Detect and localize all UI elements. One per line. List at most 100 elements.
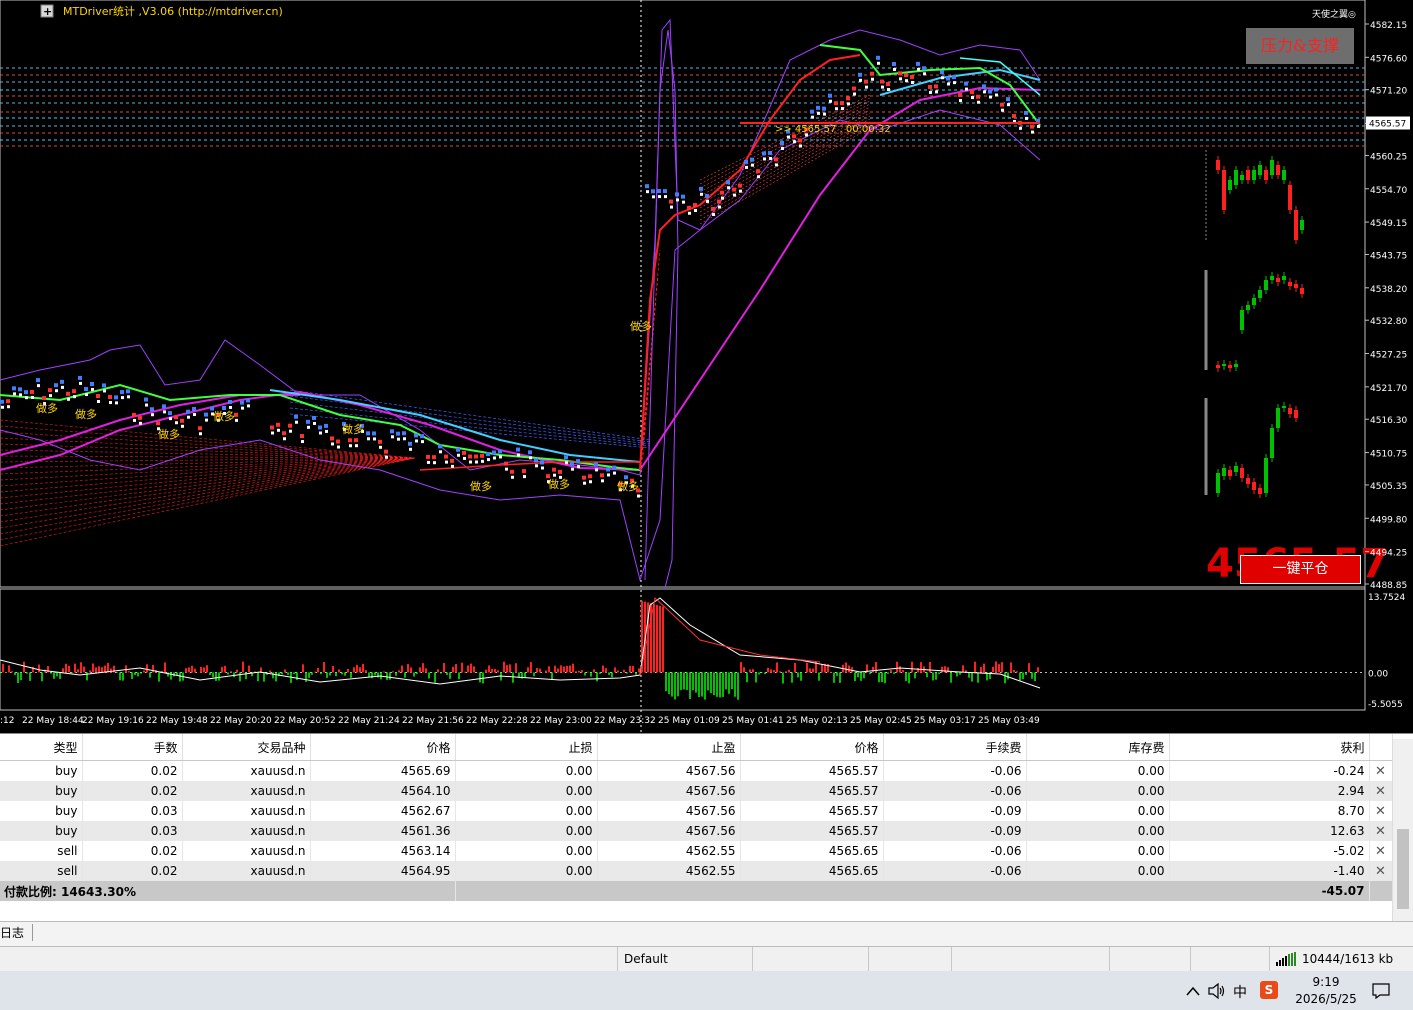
orders-table: 类型 手数 交易品种 价格 止损 止盈 价格 手续费 库存费 获利 buy 0.0…: [0, 734, 1393, 901]
signal-marker: [775, 163, 778, 167]
price-tick-label: 4494.25: [1370, 549, 1407, 559]
order-row[interactable]: buy 0.02 xauusd.n 4565.69 0.00 4567.56 4565.57…: [0, 760, 1393, 781]
col-swap[interactable]: 库存费: [1026, 734, 1170, 761]
col-volume[interactable]: 手数: [82, 734, 183, 761]
signal-marker: [271, 431, 274, 435]
cell-stop-loss: 0.00: [455, 760, 598, 781]
buy-signal-label: 做多: [630, 319, 652, 333]
signal-marker: [282, 431, 286, 436]
close-order-icon[interactable]: ✕: [1369, 821, 1393, 841]
signal-marker: [928, 84, 932, 89]
order-row[interactable]: buy 0.03 xauusd.n 4561.36 0.00 4567.56 4565.57…: [0, 821, 1393, 841]
col-stop-loss[interactable]: 止损: [455, 734, 598, 761]
mini-chart-3-body: [1288, 408, 1292, 414]
signal-marker: [613, 471, 616, 475]
cell-volume: 0.02: [82, 781, 183, 801]
osc-tick-label: 13.7524: [1368, 593, 1405, 603]
order-row[interactable]: sell 0.02 xauusd.n 4564.95 0.00 4562.55 4565.6…: [0, 861, 1393, 881]
ime-indicator[interactable]: 中: [1233, 982, 1247, 1002]
signal-marker: [517, 453, 520, 457]
support-resistance-button[interactable]: 压力&支撑: [1246, 28, 1354, 64]
cell-commission: -0.06: [883, 861, 1027, 881]
col-profit[interactable]: 获利: [1169, 734, 1370, 761]
price-chart[interactable]: 做多 做多做多做多做多做多 做多 做多做多>> 4565.57 . 00:00:324…: [0, 0, 1413, 733]
mini-chart-2-body: [1264, 280, 1268, 290]
signal-marker: [156, 421, 160, 426]
signal-marker: [958, 93, 962, 98]
close-order-icon[interactable]: ✕: [1369, 861, 1393, 881]
notification-icon[interactable]: [1372, 983, 1390, 999]
signal-marker: [318, 425, 322, 430]
order-row[interactable]: buy 0.03 xauusd.n 4562.67 0.00 4567.56 4565.57…: [0, 801, 1393, 821]
signal-marker: [348, 438, 352, 443]
chevron-up-icon[interactable]: [1186, 986, 1200, 996]
mini-chart-2-body: [1288, 282, 1292, 286]
close-order-icon[interactable]: ✕: [1369, 760, 1393, 781]
close-order-icon[interactable]: ✕: [1369, 801, 1393, 821]
status-profile[interactable]: Default: [617, 947, 758, 971]
order-row[interactable]: buy 0.02 xauusd.n 4564.10 0.00 4567.56 4565.57…: [0, 781, 1393, 801]
signal-marker: [595, 468, 598, 472]
mini-chart-1-body: [1234, 170, 1238, 185]
col-commission[interactable]: 手续费: [883, 734, 1027, 761]
signal-marker: [61, 385, 64, 389]
cell-swap: 0.00: [1026, 861, 1170, 881]
summary-profit: -45.07: [455, 881, 1370, 901]
buy-signal-label: 做多: [158, 427, 180, 441]
signal-marker: [432, 455, 436, 460]
close-order-icon[interactable]: ✕: [1369, 781, 1393, 801]
cell-type: sell: [0, 861, 83, 881]
col-symbol[interactable]: 交易品种: [182, 734, 311, 761]
signal-marker: [588, 474, 592, 479]
col-price[interactable]: 价格: [740, 734, 884, 761]
time-tick-label: 22 May 20:52: [274, 716, 336, 726]
fan-line: [0, 457, 416, 463]
signal-marker: [871, 77, 874, 81]
signal-marker: [589, 480, 592, 484]
signal-marker: [757, 175, 760, 179]
signal-marker: [798, 138, 802, 143]
col-open-price[interactable]: 价格: [310, 734, 456, 761]
signal-marker: [952, 75, 956, 80]
signal-marker: [841, 107, 844, 111]
close-order-icon[interactable]: ✕: [1369, 841, 1393, 861]
cell-swap: 0.00: [1026, 760, 1170, 781]
cell-stop-loss: 0.00: [455, 781, 598, 801]
mini-chart-1-body: [1264, 170, 1268, 180]
cell-stop-loss: 0.00: [455, 861, 598, 881]
close-all-button[interactable]: 一键平仓: [1240, 555, 1361, 584]
chart-window[interactable]: 做多 做多 做多 做多 做多 做多 做多 做多 做多 >> 4565.57 . 00:00:32 4…: [0, 0, 1413, 733]
mini-chart-3-body: [1282, 406, 1286, 408]
col-take-profit[interactable]: 止盈: [597, 734, 741, 761]
mini-chart-3-body: [1246, 478, 1250, 484]
cell-stop-loss: 0.00: [455, 801, 598, 821]
time-tick-label: 22 May 18:44: [22, 716, 84, 726]
signal-marker: [66, 391, 70, 396]
sogou-icon[interactable]: S: [1260, 981, 1278, 999]
tab-journal[interactable]: 日志: [0, 924, 34, 941]
cell-commission: -0.09: [883, 801, 1027, 821]
signal-marker: [30, 389, 34, 394]
order-row[interactable]: sell 0.02 xauusd.n 4563.14 0.00 4562.55 4565.6…: [0, 841, 1393, 861]
speaker-icon[interactable]: [1208, 983, 1226, 999]
cell-price: 4565.65: [740, 861, 884, 881]
scrollbar-thumb[interactable]: [1397, 829, 1409, 909]
signal-marker: [637, 494, 640, 498]
signal-marker: [799, 144, 802, 148]
cell-profit: -5.02: [1169, 841, 1370, 861]
signal-marker: [886, 82, 890, 87]
terminal-tabs: 日志: [0, 921, 1413, 947]
col-type[interactable]: 类型: [0, 734, 83, 761]
orders-header-row: 类型 手数 交易品种 价格 止损 止盈 价格 手续费 库存费 获利: [0, 734, 1393, 761]
signal-marker: [385, 455, 388, 459]
time-tick-label: 25 May 02:45: [850, 716, 912, 726]
cell-symbol: xauusd.n: [182, 760, 311, 781]
signal-marker: [0, 399, 4, 404]
signal-marker: [652, 195, 655, 199]
connection-status[interactable]: 10444/1613 kb: [1269, 947, 1413, 971]
signal-marker: [669, 199, 673, 204]
clock[interactable]: 9:19 2026/5/25: [1290, 974, 1362, 1008]
signal-marker: [67, 397, 70, 401]
orders-scrollbar[interactable]: [1392, 739, 1413, 921]
time-tick-label: 22 May 21:56: [402, 716, 464, 726]
